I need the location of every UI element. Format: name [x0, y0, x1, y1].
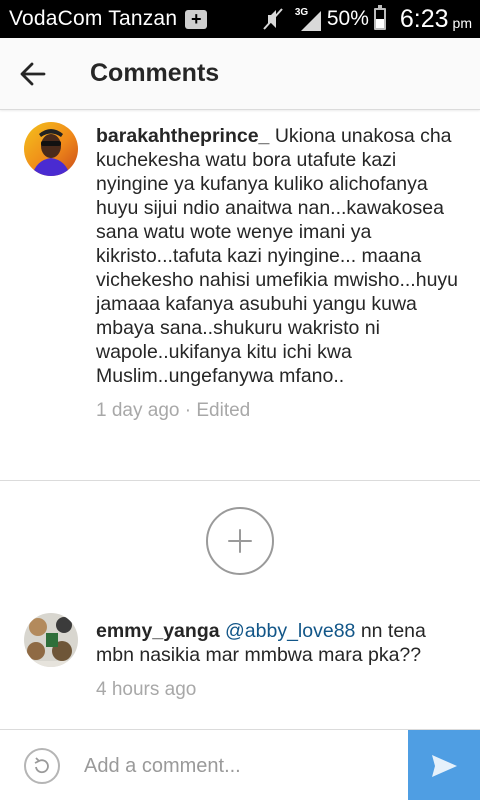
- signal-icon: [300, 11, 321, 31]
- back-button[interactable]: [10, 52, 56, 96]
- avatar[interactable]: [24, 122, 78, 176]
- signal-indicator: 3G: [295, 7, 321, 31]
- comment-meta: 1 day ago · Edited: [96, 399, 468, 423]
- avatar-image: [24, 122, 78, 176]
- battery-level: [375, 19, 384, 28]
- divider: [0, 480, 480, 481]
- comment-username[interactable]: barakahtheprince_: [96, 125, 269, 147]
- page-title: Comments: [90, 59, 220, 87]
- comment-input[interactable]: [84, 750, 384, 782]
- comment-content: emmy_yanga @abby_love88 nn tena mbn nasi…: [96, 619, 468, 667]
- send-button[interactable]: [408, 730, 480, 800]
- comment-composer: [0, 729, 480, 800]
- comment-content: barakahtheprince_ Ukiona unakosa cha kuc…: [96, 124, 468, 388]
- camera-button[interactable]: [24, 748, 60, 784]
- app-header: Comments: [0, 38, 480, 110]
- battery-percent: 50%: [326, 7, 369, 30]
- arrow-left-icon: [20, 62, 46, 86]
- comment-body: barakahtheprince_ Ukiona unakosa cha kuc…: [96, 124, 468, 423]
- comment-text: Ukiona unakosa cha kuchekesha watu bora …: [96, 125, 459, 387]
- comment-meta: 4 hours ago: [96, 678, 468, 702]
- comment-mention[interactable]: @abby_love88: [225, 620, 355, 642]
- send-icon: [432, 754, 457, 777]
- avatar[interactable]: [24, 613, 78, 667]
- comment-username[interactable]: emmy_yanga: [96, 620, 220, 642]
- comment-time: 4 hours ago: [96, 679, 197, 700]
- status-bar: VodaCom Tanzan + 3G 50% 6:23 pm: [0, 0, 480, 38]
- load-more-button[interactable]: [206, 507, 274, 575]
- status-indicators: 3G 50% 6:23 pm: [261, 0, 472, 38]
- comment-time: 1 day ago: [96, 400, 180, 421]
- carrier-name: VodaCom Tanzan: [9, 7, 178, 30]
- clock: 6:23: [399, 4, 449, 33]
- camera-icon: [34, 757, 49, 774]
- comment-edited-label: Edited: [196, 400, 251, 421]
- clock-ampm: pm: [452, 15, 472, 31]
- avatar-image: [24, 613, 78, 667]
- notification-plus-icon: +: [185, 9, 208, 29]
- battery-icon: [373, 5, 386, 30]
- comment-body: emmy_yanga @abby_love88 nn tena mbn nasi…: [96, 619, 468, 702]
- plus-icon: [228, 529, 252, 553]
- meta-separator: ·: [179, 400, 197, 421]
- mute-icon: [263, 8, 283, 30]
